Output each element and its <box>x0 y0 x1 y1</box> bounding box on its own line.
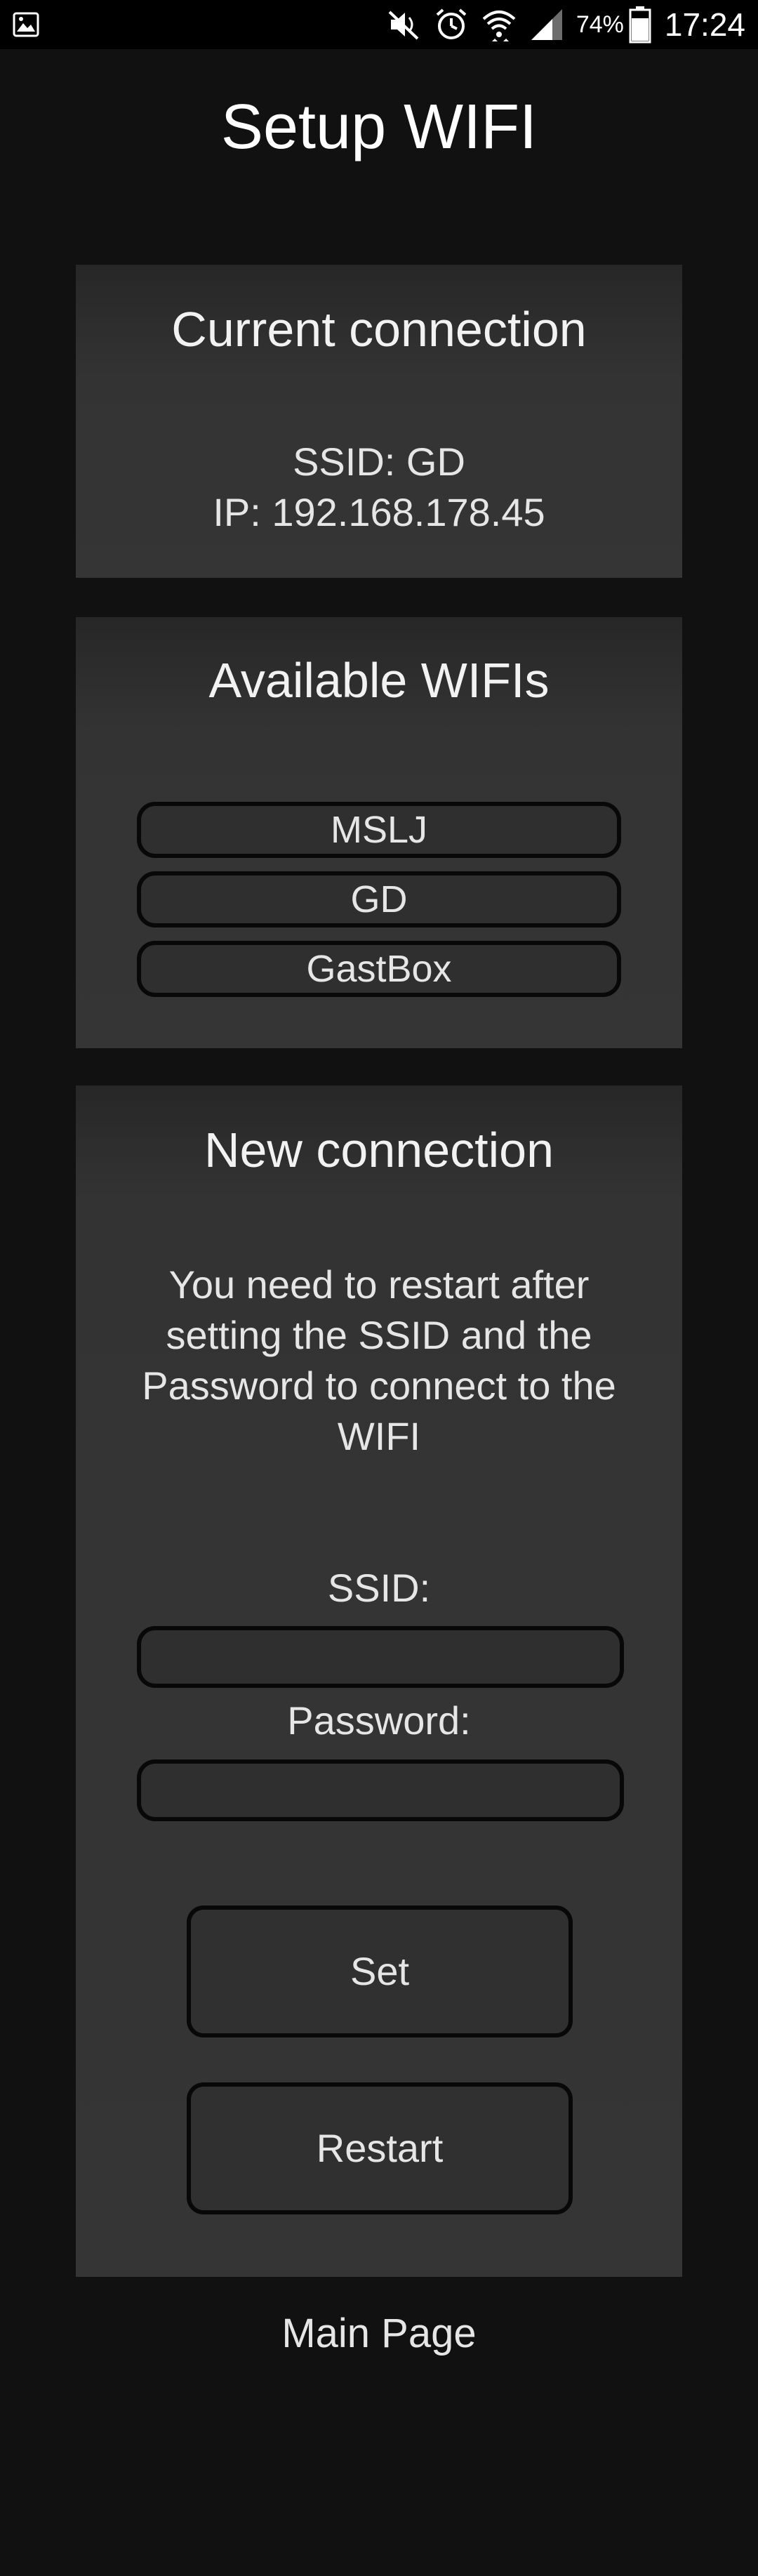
restart-info-text: You need to restart after setting the SS… <box>142 1262 616 1458</box>
status-bar: 74% 17:24 <box>0 0 758 49</box>
new-connection-panel: New connection You need to restart after… <box>76 1085 682 2277</box>
new-connection-title: New connection <box>204 1123 554 1177</box>
main-page-link[interactable]: Main Page <box>0 2310 758 2357</box>
current-ssid: SSID: GD <box>293 440 465 484</box>
current-ip: IP: 192.168.178.45 <box>213 490 545 534</box>
wifi-network-button[interactable]: GastBox <box>137 941 621 997</box>
signal-icon <box>531 9 562 40</box>
password-input[interactable] <box>137 1759 624 1821</box>
available-wifis-title: Available WIFIs <box>208 653 550 708</box>
battery-icon <box>629 6 651 44</box>
available-wifis-panel: Available WIFIs MSLJ GD GastBox <box>76 617 682 1048</box>
alarm-icon <box>436 8 467 39</box>
ssid-input[interactable] <box>137 1626 624 1688</box>
restart-button[interactable]: Restart <box>187 2082 573 2214</box>
battery-percentage: 74% <box>576 11 624 38</box>
wifi-network-button[interactable]: MSLJ <box>137 802 621 858</box>
wifi-network-button[interactable]: GD <box>137 871 621 927</box>
page-title: Setup WIFI <box>220 92 538 162</box>
gallery-icon <box>13 12 39 37</box>
wifi-icon <box>482 11 516 41</box>
status-icons: 74% 17:24 <box>385 0 745 49</box>
status-clock: 17:24 <box>664 6 745 43</box>
current-connection-panel: Current connection SSID: GD IP: 192.168.… <box>76 265 682 578</box>
ssid-label: SSID: <box>327 1566 431 1610</box>
current-connection-title: Current connection <box>171 302 587 357</box>
password-label: Password: <box>287 1698 471 1743</box>
mute-icon <box>388 11 419 40</box>
set-button[interactable]: Set <box>187 1905 573 2037</box>
